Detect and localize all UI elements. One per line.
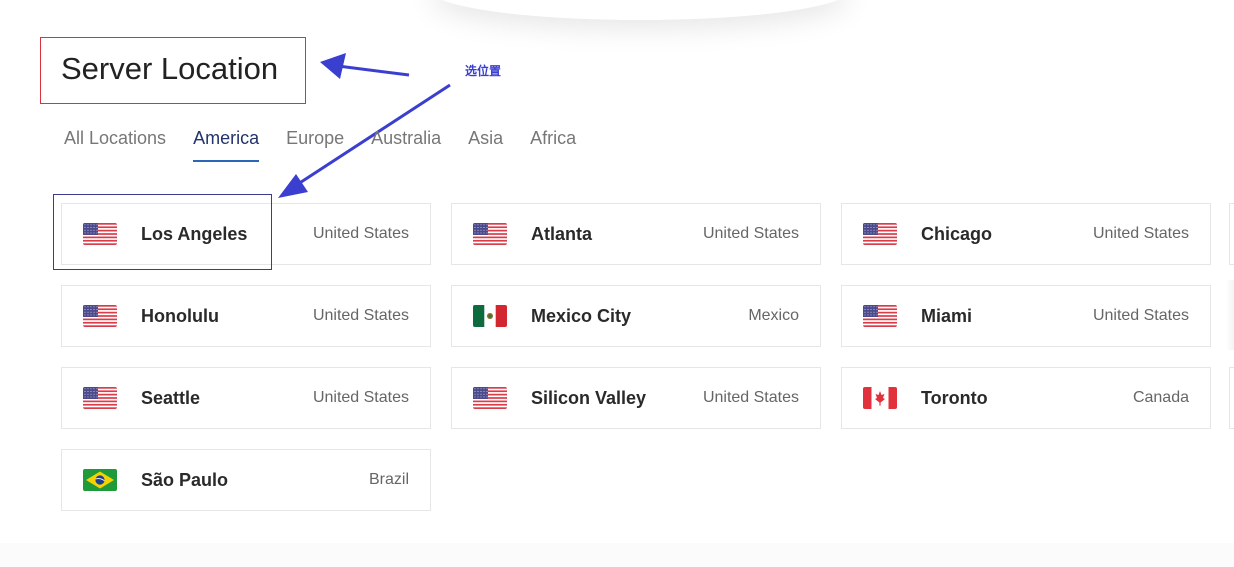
region-tabs: All Locations America Europe Australia Asia A…	[64, 127, 603, 162]
tab-australia[interactable]: Australia	[371, 127, 441, 162]
header-shadow	[430, 0, 850, 20]
location-card[interactable]: Chicago United States	[841, 203, 1211, 265]
mexico-flag-icon	[473, 305, 507, 327]
location-city: Toronto	[921, 387, 988, 408]
us-flag-icon	[473, 223, 507, 245]
location-country: Mexico	[748, 307, 799, 324]
location-city: Silicon Valley	[531, 387, 647, 408]
location-country: Canada	[1132, 389, 1189, 406]
location-city: Miami	[921, 305, 973, 326]
location-country: United States	[312, 389, 409, 406]
location-country: United States	[312, 225, 409, 242]
location-card[interactable]: Honolulu United States	[61, 285, 431, 347]
edge-shadow	[1226, 280, 1234, 350]
location-card[interactable]: Mexico City Mexico	[451, 285, 821, 347]
tab-america[interactable]: America	[193, 127, 260, 162]
location-country: Brazil	[368, 471, 409, 488]
location-card[interactable]: Miami United States	[841, 285, 1211, 347]
us-flag-icon	[83, 223, 117, 245]
us-flag-icon	[863, 305, 897, 327]
location-country: United States	[1092, 225, 1189, 242]
partial-card[interactable]	[1229, 367, 1234, 429]
tab-africa[interactable]: Africa	[530, 127, 576, 162]
tab-asia[interactable]: Asia	[468, 127, 503, 162]
location-card[interactable]: Toronto Canada	[841, 367, 1211, 429]
location-city: Seattle	[141, 387, 201, 408]
location-card[interactable]: São Paulo Brazil	[61, 449, 431, 511]
location-card[interactable]: Atlanta United States	[451, 203, 821, 265]
location-card[interactable]: Silicon Valley United States	[451, 367, 821, 429]
footer-band	[0, 543, 1234, 567]
location-city: Atlanta	[531, 223, 593, 244]
tab-europe[interactable]: Europe	[286, 127, 344, 162]
tab-all-locations[interactable]: All Locations	[64, 127, 166, 162]
location-country: United States	[1092, 307, 1189, 324]
page-title: Server Location	[61, 51, 279, 86]
us-flag-icon	[473, 387, 507, 409]
canada-flag-icon	[863, 387, 897, 409]
location-grid: Los Angeles United States Atlanta United St…	[61, 203, 1211, 511]
location-country: United States	[312, 307, 409, 324]
location-country: United States	[702, 389, 799, 406]
arrow-to-title-icon	[320, 53, 410, 79]
us-flag-icon	[863, 223, 897, 245]
brazil-flag-icon	[83, 469, 117, 491]
location-card[interactable]: Los Angeles United States	[61, 203, 431, 265]
location-card[interactable]: Seattle United States	[61, 367, 431, 429]
location-city: Chicago	[921, 223, 993, 244]
location-city: Honolulu	[141, 305, 219, 326]
annotation-label: 选位置	[465, 64, 502, 78]
location-city: Los Angeles	[141, 223, 248, 244]
location-country: United States	[702, 225, 799, 242]
us-flag-icon	[83, 305, 117, 327]
partial-card[interactable]	[1229, 203, 1234, 265]
us-flag-icon	[83, 387, 117, 409]
location-city: Mexico City	[531, 305, 632, 326]
location-city: São Paulo	[141, 469, 229, 490]
